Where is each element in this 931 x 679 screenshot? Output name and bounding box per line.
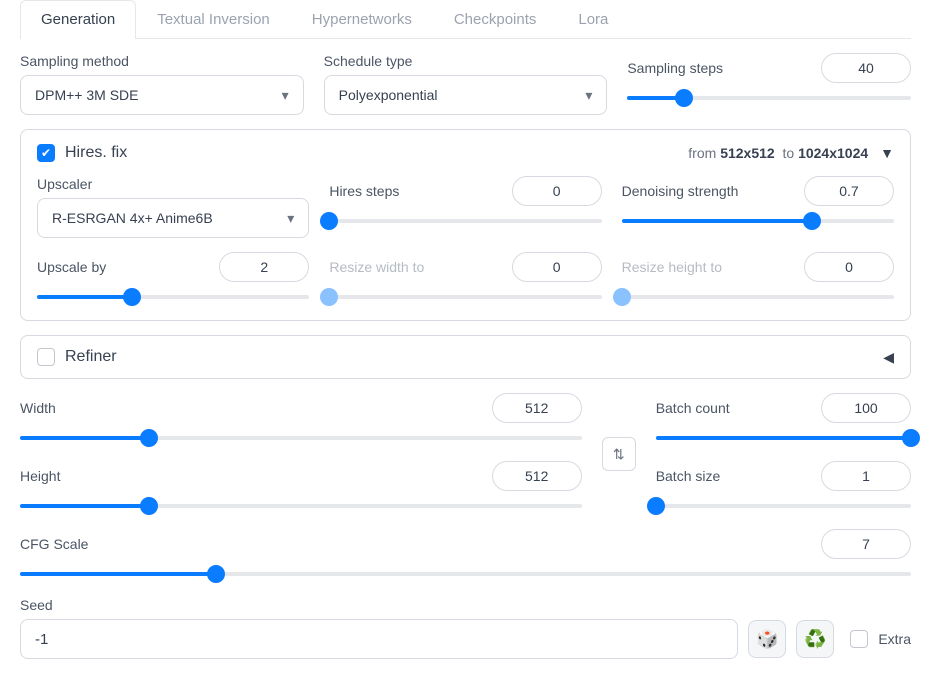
hires-fix-title: Hires. fix <box>65 144 127 162</box>
hires-steps-input[interactable] <box>512 176 602 206</box>
tab-hypernetworks[interactable]: Hypernetworks <box>291 0 433 38</box>
resize-width-input[interactable] <box>512 252 602 282</box>
resize-height-input[interactable] <box>804 252 894 282</box>
height-input[interactable] <box>492 461 582 491</box>
sampling-steps-input[interactable] <box>821 53 911 83</box>
seed-label: Seed <box>20 597 911 613</box>
extra-checkbox[interactable] <box>850 630 868 648</box>
resize-width-slider[interactable] <box>329 288 601 306</box>
cfg-label: CFG Scale <box>20 536 88 552</box>
schedule-type-select[interactable]: Polyexponential ▾ <box>324 75 608 115</box>
tab-generation[interactable]: Generation <box>20 0 136 39</box>
upscale-by-slider[interactable] <box>37 288 309 306</box>
sampling-method-select[interactable]: DPM++ 3M SDE ▾ <box>20 75 304 115</box>
extra-checkbox-wrap[interactable]: Extra <box>850 630 911 648</box>
resize-height-label: Resize height to <box>622 259 722 275</box>
batch-count-slider[interactable] <box>656 429 911 447</box>
denoise-label: Denoising strength <box>622 183 739 199</box>
sampling-steps-slider[interactable] <box>627 89 911 107</box>
dice-icon[interactable]: 🎲 <box>748 620 786 658</box>
batch-size-input[interactable] <box>821 461 911 491</box>
refiner-checkbox[interactable] <box>37 348 55 366</box>
height-slider[interactable] <box>20 497 582 515</box>
upscaler-label: Upscaler <box>37 176 309 192</box>
hires-fix-checkbox[interactable]: ✔ <box>37 144 55 162</box>
hires-steps-slider[interactable] <box>329 212 601 230</box>
denoise-slider[interactable] <box>622 212 894 230</box>
resize-height-slider[interactable] <box>622 288 894 306</box>
recycle-icon[interactable]: ♻️ <box>796 620 834 658</box>
batch-count-label: Batch count <box>656 400 730 416</box>
schedule-type-label: Schedule type <box>324 53 608 69</box>
sampling-steps-label: Sampling steps <box>627 60 723 76</box>
chevron-down-icon: ▾ <box>282 87 289 104</box>
denoise-input[interactable] <box>804 176 894 206</box>
upscaler-value: R-ESRGAN 4x+ Anime6B <box>52 210 213 226</box>
collapse-down-icon[interactable]: ▼ <box>880 145 894 161</box>
batch-size-slider[interactable] <box>656 497 911 515</box>
chevron-down-icon: ▾ <box>585 87 592 104</box>
collapse-left-icon[interactable]: ◀ <box>883 349 894 366</box>
upscale-by-label: Upscale by <box>37 259 106 275</box>
refiner-title: Refiner <box>65 348 117 366</box>
upscale-by-input[interactable] <box>219 252 309 282</box>
resize-width-label: Resize width to <box>329 259 424 275</box>
width-slider[interactable] <box>20 429 582 447</box>
height-label: Height <box>20 468 60 484</box>
cfg-input[interactable] <box>821 529 911 559</box>
hires-dim-text: from 512x512 to 1024x1024 <box>688 145 868 161</box>
width-input[interactable] <box>492 393 582 423</box>
hires-steps-label: Hires steps <box>329 183 399 199</box>
swap-dimensions-button[interactable]: ⇅ <box>602 437 636 471</box>
tab-checkpoints[interactable]: Checkpoints <box>433 0 558 38</box>
batch-count-input[interactable] <box>821 393 911 423</box>
chevron-down-icon: ▾ <box>287 210 294 227</box>
cfg-slider[interactable] <box>20 565 911 583</box>
batch-size-label: Batch size <box>656 468 721 484</box>
tab-textual-inversion[interactable]: Textual Inversion <box>136 0 291 38</box>
tabs: Generation Textual Inversion Hypernetwor… <box>20 0 911 39</box>
seed-input[interactable] <box>20 619 738 659</box>
tab-lora[interactable]: Lora <box>557 0 629 38</box>
extra-label: Extra <box>878 631 911 647</box>
sampling-method-value: DPM++ 3M SDE <box>35 87 138 103</box>
upscaler-select[interactable]: R-ESRGAN 4x+ Anime6B ▾ <box>37 198 309 238</box>
refiner-panel: Refiner ◀ <box>20 335 911 379</box>
schedule-type-value: Polyexponential <box>339 87 438 103</box>
hires-fix-panel: ✔ Hires. fix from 512x512 to 1024x1024 ▼… <box>20 129 911 321</box>
width-label: Width <box>20 400 56 416</box>
sampling-method-label: Sampling method <box>20 53 304 69</box>
